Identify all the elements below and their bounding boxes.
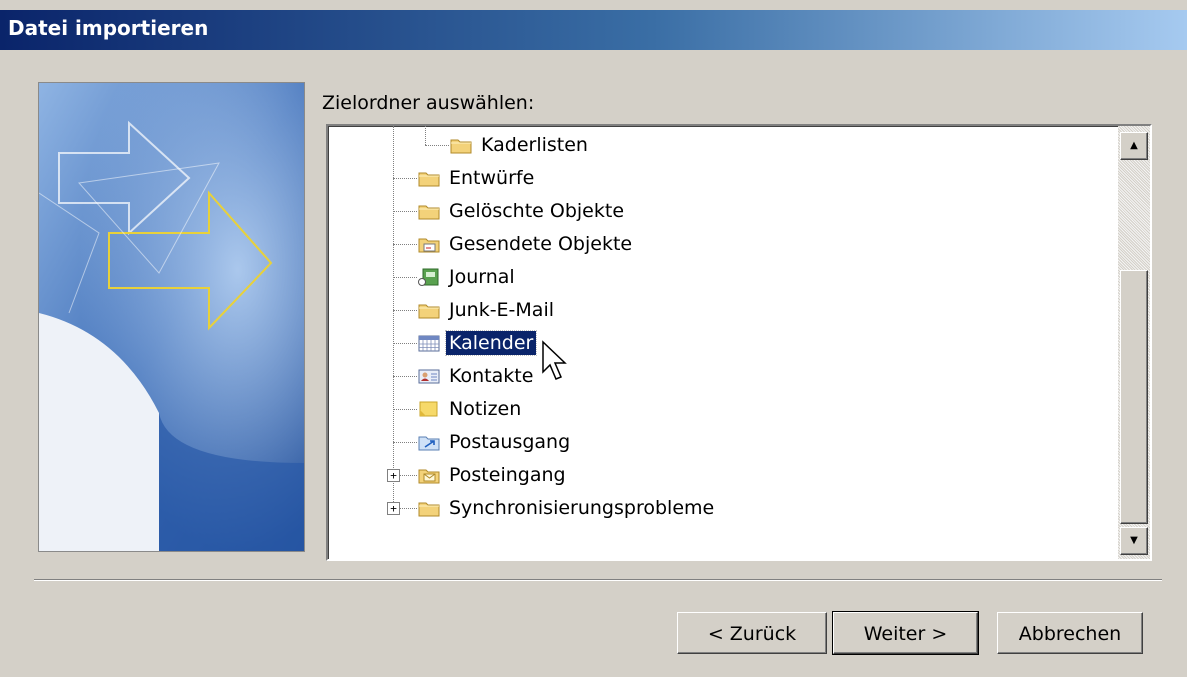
tree-connector-line — [425, 145, 449, 146]
expand-toggle-icon[interactable]: + — [387, 469, 400, 482]
outbox-icon — [418, 433, 440, 451]
calendar-icon — [418, 334, 440, 352]
next-button[interactable]: Weiter > — [832, 611, 979, 655]
tree-item-label: Junk-E-Mail — [449, 299, 555, 321]
tree-item[interactable]: Synchronisierungsprobleme — [418, 494, 717, 522]
cancel-button[interactable]: Abbrechen — [997, 612, 1143, 654]
tree-item[interactable]: Gesendete Objekte — [418, 230, 635, 258]
tree-item[interactable]: Journal — [418, 263, 518, 291]
tree-item-label: Kalender — [444, 330, 538, 356]
notes-icon — [418, 400, 440, 418]
tree-item-label: Posteingang — [449, 464, 566, 486]
separator-line — [34, 579, 1162, 581]
tree-connector-line — [393, 178, 417, 179]
vertical-scrollbar[interactable]: ▲ ▼ — [1118, 126, 1150, 559]
title-bar[interactable]: Datei importieren — [0, 10, 1187, 50]
tree-item[interactable]: Kalender — [418, 329, 538, 357]
tree-item-label: Journal — [449, 266, 515, 288]
folder-tree-list: Kaderlisten Entwürfe Gelöschte Objekte Gese… — [328, 126, 1118, 559]
folder-tree[interactable]: Kaderlisten Entwürfe Gelöschte Objekte Gese… — [326, 124, 1152, 561]
tree-connector-line — [393, 244, 417, 245]
tree-item[interactable]: Entwürfe — [418, 164, 537, 192]
tree-connector-line — [393, 343, 417, 344]
window-title: Datei importieren — [8, 16, 209, 40]
select-folder-label: Zielordner auswählen: — [322, 92, 535, 114]
tree-connector-line — [393, 409, 417, 410]
tree-item-label: Kontakte — [449, 365, 534, 387]
tree-connector-line — [425, 126, 426, 145]
tree-item-label: Gesendete Objekte — [449, 233, 633, 255]
folder-icon — [418, 301, 440, 319]
wizard-banner-image — [38, 82, 305, 552]
inbox-icon — [418, 466, 440, 484]
contacts-icon — [418, 367, 440, 385]
sent-items-icon — [418, 235, 440, 253]
tree-connector-line — [393, 126, 394, 508]
tree-connector-line — [393, 310, 417, 311]
tree-item[interactable]: Gelöschte Objekte — [418, 197, 627, 225]
tree-item[interactable]: Postausgang — [418, 428, 573, 456]
tree-connector-line — [393, 211, 417, 212]
journal-icon — [418, 268, 440, 286]
tree-item-label: Kaderlisten — [481, 134, 588, 156]
tree-item-label: Notizen — [449, 398, 522, 420]
scroll-down-button[interactable]: ▼ — [1120, 527, 1148, 555]
tree-item-label: Postausgang — [449, 431, 571, 453]
tree-item-label: Entwürfe — [449, 167, 535, 189]
scroll-up-button[interactable]: ▲ — [1120, 132, 1148, 160]
tree-item[interactable]: Kontakte — [418, 362, 536, 390]
tree-connector-line — [393, 376, 417, 377]
folder-icon — [418, 169, 440, 187]
mouse-cursor-icon — [542, 340, 567, 380]
tree-item[interactable]: Notizen — [418, 395, 524, 423]
folder-icon — [418, 202, 440, 220]
tree-item[interactable]: Kaderlisten — [450, 131, 591, 159]
tree-connector-line — [393, 442, 417, 443]
folder-icon — [418, 499, 440, 517]
folder-icon — [450, 136, 472, 154]
tree-item[interactable]: Posteingang — [418, 461, 569, 489]
back-button[interactable]: < Zurück — [677, 612, 827, 654]
tree-connector-line — [393, 277, 417, 278]
tree-item-label: Synchronisierungsprobleme — [449, 497, 715, 519]
expand-toggle-icon[interactable]: + — [387, 502, 400, 515]
tree-item[interactable]: Junk-E-Mail — [418, 296, 557, 324]
scroll-thumb[interactable] — [1120, 270, 1148, 524]
tree-item-label: Gelöschte Objekte — [449, 200, 625, 222]
